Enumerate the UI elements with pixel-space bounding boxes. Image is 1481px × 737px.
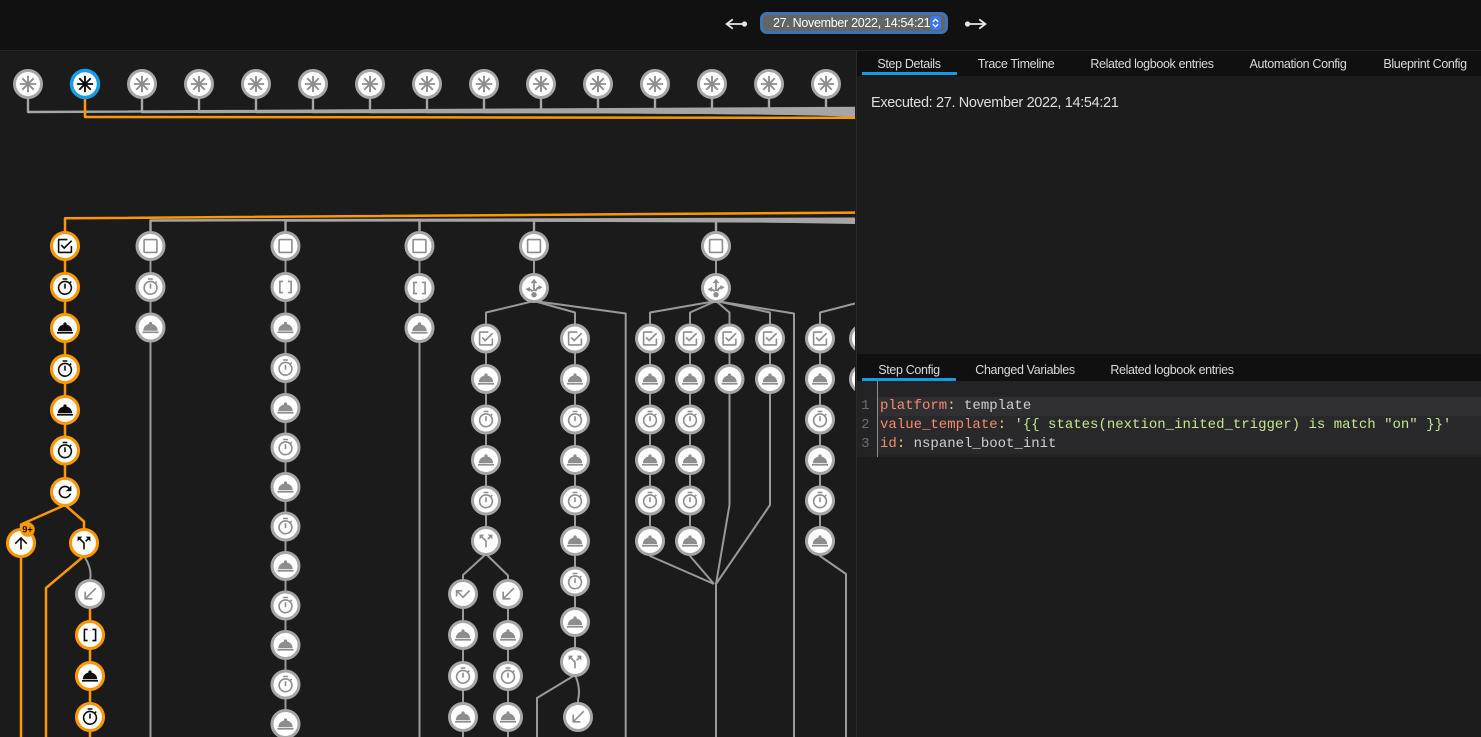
svg-text:9+: 9+	[22, 525, 33, 535]
